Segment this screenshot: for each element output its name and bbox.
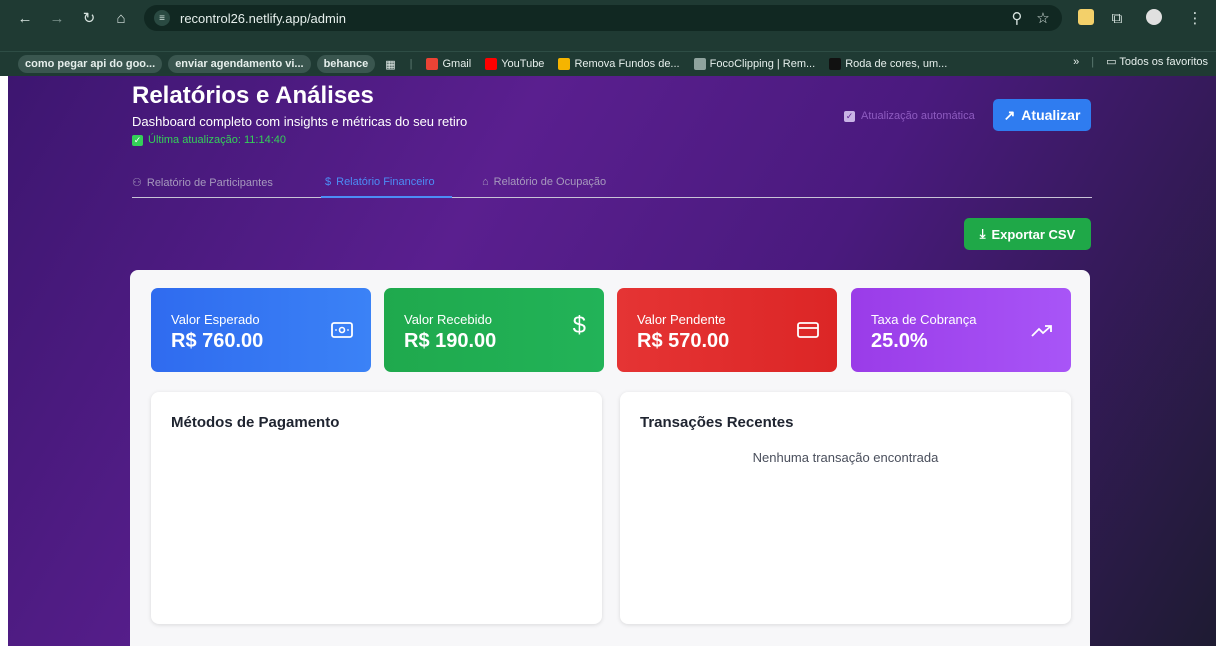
financial-panel: Valor Esperado R$ 760.00 Valor Recebido … <box>130 270 1090 646</box>
stat-card-collection-rate: Taxa de Cobrança 25.0% <box>851 288 1071 372</box>
bookmark-item[interactable]: Gmail <box>422 55 475 73</box>
url-text: recontrol26.netlify.app/admin <box>180 10 346 26</box>
trending-up-icon: ↗ <box>1003 106 1016 123</box>
tab-financial[interactable]: $ Relatório Financeiro <box>325 176 435 188</box>
bookmark-item[interactable]: YouTube <box>481 55 548 73</box>
active-tab-indicator <box>321 196 452 198</box>
back-icon[interactable]: ← <box>14 7 36 29</box>
all-bookmarks-folder[interactable]: ▭ Todos os favoritos <box>1106 55 1208 68</box>
dollar-sign-icon: $ <box>572 312 586 339</box>
bookmarks-divider: | <box>409 58 413 70</box>
credit-card-icon <box>797 318 819 344</box>
trending-up-icon <box>1031 318 1053 344</box>
browser-nav: ← → ↻ ⌂ ≡ recontrol26.netlify.app/admin … <box>0 0 1216 36</box>
gmail-icon <box>426 58 439 70</box>
bookmarks-overflow-button[interactable]: » <box>1073 56 1079 68</box>
download-icon: ⤓ <box>979 226 986 241</box>
stat-label: Valor Esperado <box>171 312 260 327</box>
stat-label: Taxa de Cobrança <box>871 312 977 327</box>
page-subtitle: Dashboard completo com insights e métric… <box>132 114 468 129</box>
bookmark-item[interactable]: FocoClipping | Rem... <box>690 55 820 73</box>
last-update-status: ✓ Última atualização: 11:14:40 <box>132 134 286 146</box>
auto-update-toggle[interactable]: ✓ Atualização automática <box>844 110 975 122</box>
stat-card-received: Valor Recebido R$ 190.00 $ <box>384 288 604 372</box>
bookmarks-divider: | <box>1091 55 1095 68</box>
fococlipping-icon <box>693 58 706 70</box>
youtube-icon <box>485 58 498 70</box>
extension-icon[interactable] <box>1078 9 1094 25</box>
removebg-icon <box>558 58 571 70</box>
tab-occupancy[interactable]: ⌂ Relatório de Ocupação <box>482 176 606 188</box>
stat-value: R$ 760.00 <box>171 330 264 352</box>
bookmark-star-icon[interactable]: ☆ <box>1032 7 1054 29</box>
export-csv-button[interactable]: ⤓ Exportar CSV <box>964 218 1091 250</box>
stat-value: 25.0% <box>871 330 928 352</box>
stat-label: Valor Pendente <box>637 312 726 327</box>
bookmark-item[interactable]: Remova Fundos de... <box>554 55 683 73</box>
bookmarks-bar: como pegar api do goo... enviar agendame… <box>0 52 1216 76</box>
recent-transactions-card: Transações Recentes Nenhuma transação en… <box>620 392 1071 624</box>
forward-icon[interactable]: → <box>46 7 68 29</box>
stat-value: R$ 190.00 <box>404 330 497 352</box>
folder-icon: ▭ <box>1106 56 1117 68</box>
card-title: Transações Recentes <box>640 414 794 431</box>
bookmark-item[interactable]: Roda de cores, um... <box>825 55 951 73</box>
stat-label: Valor Recebido <box>404 312 492 327</box>
menu-kebab-icon[interactable]: ⋮ <box>1184 7 1206 29</box>
stat-card-pending: Valor Pendente R$ 570.00 <box>617 288 837 372</box>
bookmark-item[interactable]: enviar agendamento vi... <box>168 55 311 73</box>
page-title: Relatórios e Análises <box>132 82 374 109</box>
zoom-icon[interactable]: ⚲ <box>1006 7 1028 29</box>
users-icon: ⚇ <box>132 177 142 189</box>
auto-update-checkbox[interactable]: ✓ <box>844 110 855 122</box>
dollar-icon: $ <box>325 176 332 188</box>
stat-card-expected: Valor Esperado R$ 760.00 <box>151 288 371 372</box>
address-bar[interactable]: ≡ recontrol26.netlify.app/admin <box>144 5 1062 31</box>
color-wheel-icon <box>829 58 842 70</box>
extensions-puzzle-icon[interactable]: ⧉ <box>1106 7 1128 29</box>
apps-grid-icon[interactable]: ▦ <box>381 55 399 73</box>
site-info-icon[interactable]: ≡ <box>154 10 170 26</box>
check-icon: ✓ <box>132 134 143 146</box>
profile-avatar[interactable] <box>1146 9 1162 25</box>
report-tabs: ⚇ Relatório de Participantes $ Relatório… <box>132 172 1092 198</box>
home-icon: ⌂ <box>482 176 489 188</box>
update-button[interactable]: ↗ Atualizar <box>993 99 1091 131</box>
banknote-icon <box>331 318 353 344</box>
bookmarks-right: » | ▭ Todos os favoritos <box>1073 55 1208 69</box>
reports-page: Relatórios e Análises Dashboard completo… <box>8 76 1216 646</box>
tab-participants[interactable]: ⚇ Relatório de Participantes <box>132 176 273 190</box>
stat-value: R$ 570.00 <box>637 330 730 352</box>
bookmark-item[interactable]: como pegar api do goo... <box>18 55 163 73</box>
empty-state-text: Nenhuma transação encontrada <box>752 450 939 465</box>
card-title: Métodos de Pagamento <box>171 414 340 431</box>
reload-icon[interactable]: ↻ <box>78 7 100 29</box>
home-icon[interactable]: ⌂ <box>110 7 132 29</box>
bookmark-item[interactable]: behance <box>316 55 376 73</box>
payment-methods-card: Métodos de Pagamento <box>151 392 602 624</box>
